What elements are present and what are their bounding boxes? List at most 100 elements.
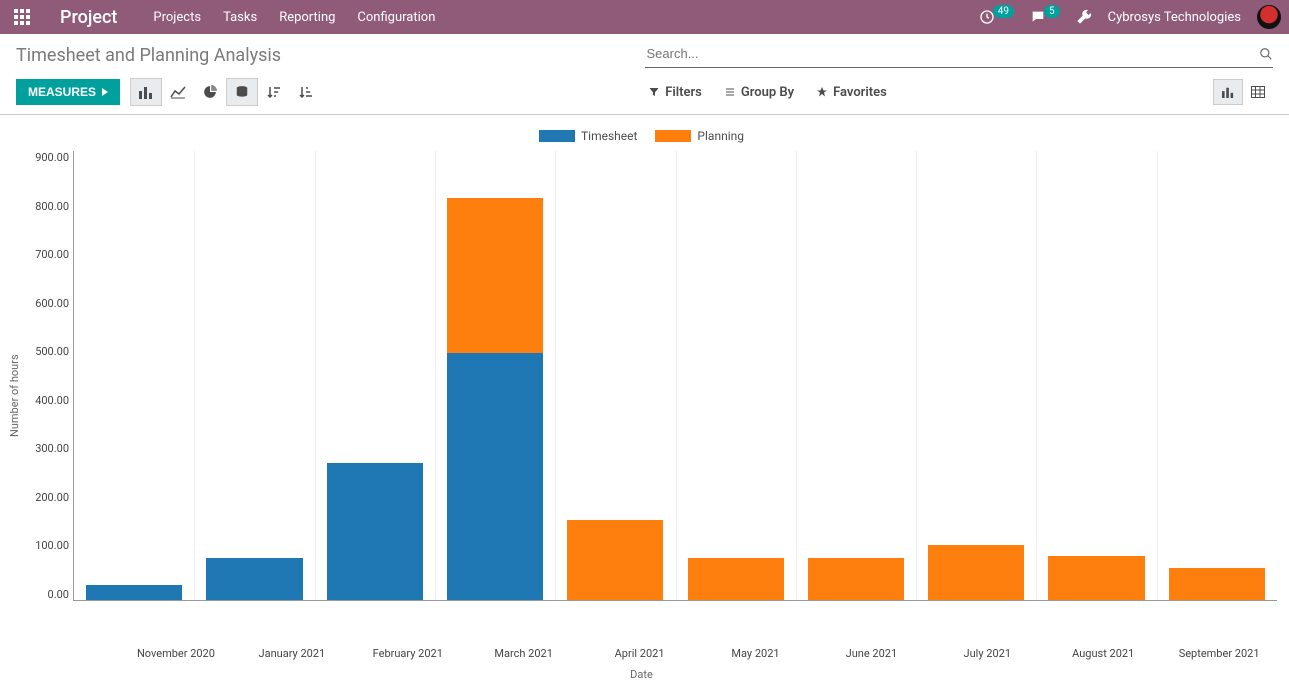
bar-chart-button[interactable] — [130, 78, 162, 106]
chart-container: Timesheet Planning Number of hours 900.0… — [0, 115, 1289, 691]
database-icon — [235, 85, 249, 99]
y-axis: 900.00800.00700.00600.00500.00400.00300.… — [23, 151, 73, 601]
search-button[interactable] — [1259, 47, 1273, 61]
bar-segment-timesheet[interactable] — [86, 585, 182, 600]
bar-stack[interactable] — [327, 463, 423, 601]
bar-stack[interactable] — [206, 558, 302, 601]
grid-line — [194, 151, 195, 600]
plot-area — [73, 151, 1277, 601]
x-tick: February 2021 — [350, 641, 466, 660]
search-area — [645, 42, 1274, 68]
bar-segment-timesheet[interactable] — [327, 463, 423, 601]
bar-segment-planning[interactable] — [567, 520, 663, 600]
chart-type-group — [130, 78, 322, 106]
nav-item-reporting[interactable]: Reporting — [279, 10, 335, 25]
app-brand[interactable]: Project — [60, 7, 117, 28]
bar-segment-planning[interactable] — [447, 198, 543, 353]
x-tick: January 2021 — [234, 641, 350, 660]
legend-label-planning: Planning — [697, 129, 744, 143]
chart-legend: Timesheet Planning — [6, 125, 1277, 151]
bar-segment-planning[interactable] — [1048, 556, 1144, 600]
bar-segment-timesheet[interactable] — [206, 558, 302, 601]
y-tick: 600.00 — [35, 297, 69, 310]
bar-slot — [1157, 151, 1277, 600]
bar-chart-icon — [138, 85, 154, 99]
cp-toolbar-row: MEASURES F — [16, 68, 1273, 114]
bar-stack[interactable] — [928, 545, 1024, 600]
activities-button[interactable]: 49 — [979, 9, 1014, 25]
bar-stack[interactable] — [1169, 568, 1265, 601]
x-tick: June 2021 — [813, 641, 929, 660]
line-chart-button[interactable] — [162, 78, 194, 106]
y-tick: 800.00 — [35, 200, 69, 213]
x-axis: November 2020January 2021February 2021 Ma… — [118, 641, 1277, 660]
bar-segment-timesheet[interactable] — [447, 353, 543, 601]
bar-slot — [675, 151, 795, 600]
bar-slot — [555, 151, 675, 600]
favorites-button[interactable]: Favorites — [816, 85, 887, 100]
measures-button[interactable]: MEASURES — [16, 79, 120, 105]
debug-button[interactable] — [1076, 9, 1092, 25]
groupby-label: Group By — [741, 85, 794, 100]
grid-line — [435, 151, 436, 600]
filters-label: Filters — [665, 85, 702, 100]
x-axis-label: Date — [6, 660, 1277, 681]
bar-slot — [796, 151, 916, 600]
user-avatar[interactable] — [1257, 5, 1281, 29]
stacked-button[interactable] — [226, 78, 258, 106]
chart-body: Number of hours 900.00800.00700.00600.00… — [6, 151, 1277, 641]
pivot-view-button[interactable] — [1243, 79, 1273, 105]
nav-item-tasks[interactable]: Tasks — [223, 10, 257, 25]
bar-stack[interactable] — [1048, 556, 1144, 600]
pie-chart-icon — [203, 85, 217, 99]
y-tick: 100.00 — [35, 539, 69, 552]
search-input[interactable] — [645, 42, 1260, 65]
groupby-button[interactable]: Group By — [724, 85, 794, 100]
grid-icon — [1251, 86, 1265, 98]
legend-swatch-timesheet — [539, 130, 575, 142]
legend-swatch-planning — [655, 130, 691, 142]
x-tick: April 2021 — [582, 641, 698, 660]
bar-segment-planning[interactable] — [808, 558, 904, 601]
y-tick: 0.00 — [48, 588, 69, 601]
apps-launcher-icon[interactable] — [8, 3, 36, 31]
bar-stack[interactable] — [567, 520, 663, 600]
graph-view-button[interactable] — [1213, 79, 1243, 105]
filters-button[interactable]: Filters — [648, 85, 702, 100]
bar-segment-planning[interactable] — [1169, 568, 1265, 601]
x-tick: September 2021 — [1161, 641, 1277, 660]
bar-slot — [916, 151, 1036, 600]
nav-item-configuration[interactable]: Configuration — [357, 10, 435, 25]
legend-planning[interactable]: Planning — [655, 129, 744, 143]
grid-line — [1036, 151, 1037, 600]
line-chart-icon — [170, 85, 186, 99]
x-tick: November 2020 — [118, 641, 234, 660]
measures-label: MEASURES — [28, 85, 96, 99]
favorites-label: Favorites — [833, 85, 887, 100]
bar-stack[interactable] — [86, 585, 182, 600]
y-tick: 900.00 — [35, 151, 69, 164]
legend-timesheet[interactable]: Timesheet — [539, 129, 637, 143]
x-tick: July 2021 — [929, 641, 1045, 660]
bar-stack[interactable] — [808, 558, 904, 601]
messages-button[interactable]: 5 — [1030, 9, 1060, 25]
bar-slot — [435, 151, 555, 600]
bar-stack[interactable] — [447, 198, 543, 601]
y-tick: 200.00 — [35, 491, 69, 504]
bar-stack[interactable] — [688, 558, 784, 601]
grid-line — [676, 151, 677, 600]
nav-item-projects[interactable]: Projects — [153, 10, 201, 25]
company-switcher[interactable]: Cybrosys Technologies — [1108, 10, 1241, 25]
x-tick: August 2021 — [1045, 641, 1161, 660]
sort-asc-button[interactable] — [290, 78, 322, 106]
x-tick: May 2021 — [698, 641, 814, 660]
bar-segment-planning[interactable] — [928, 545, 1024, 600]
control-panel: Timesheet and Planning Analysis MEASURES — [0, 34, 1289, 115]
grid-line — [916, 151, 917, 600]
pie-chart-button[interactable] — [194, 78, 226, 106]
bar-segment-planning[interactable] — [688, 558, 784, 601]
sort-desc-button[interactable] — [258, 78, 290, 106]
sort-desc-icon — [267, 85, 281, 99]
nav-menu: Projects Tasks Reporting Configuration — [153, 10, 435, 25]
sort-asc-icon — [299, 85, 313, 99]
